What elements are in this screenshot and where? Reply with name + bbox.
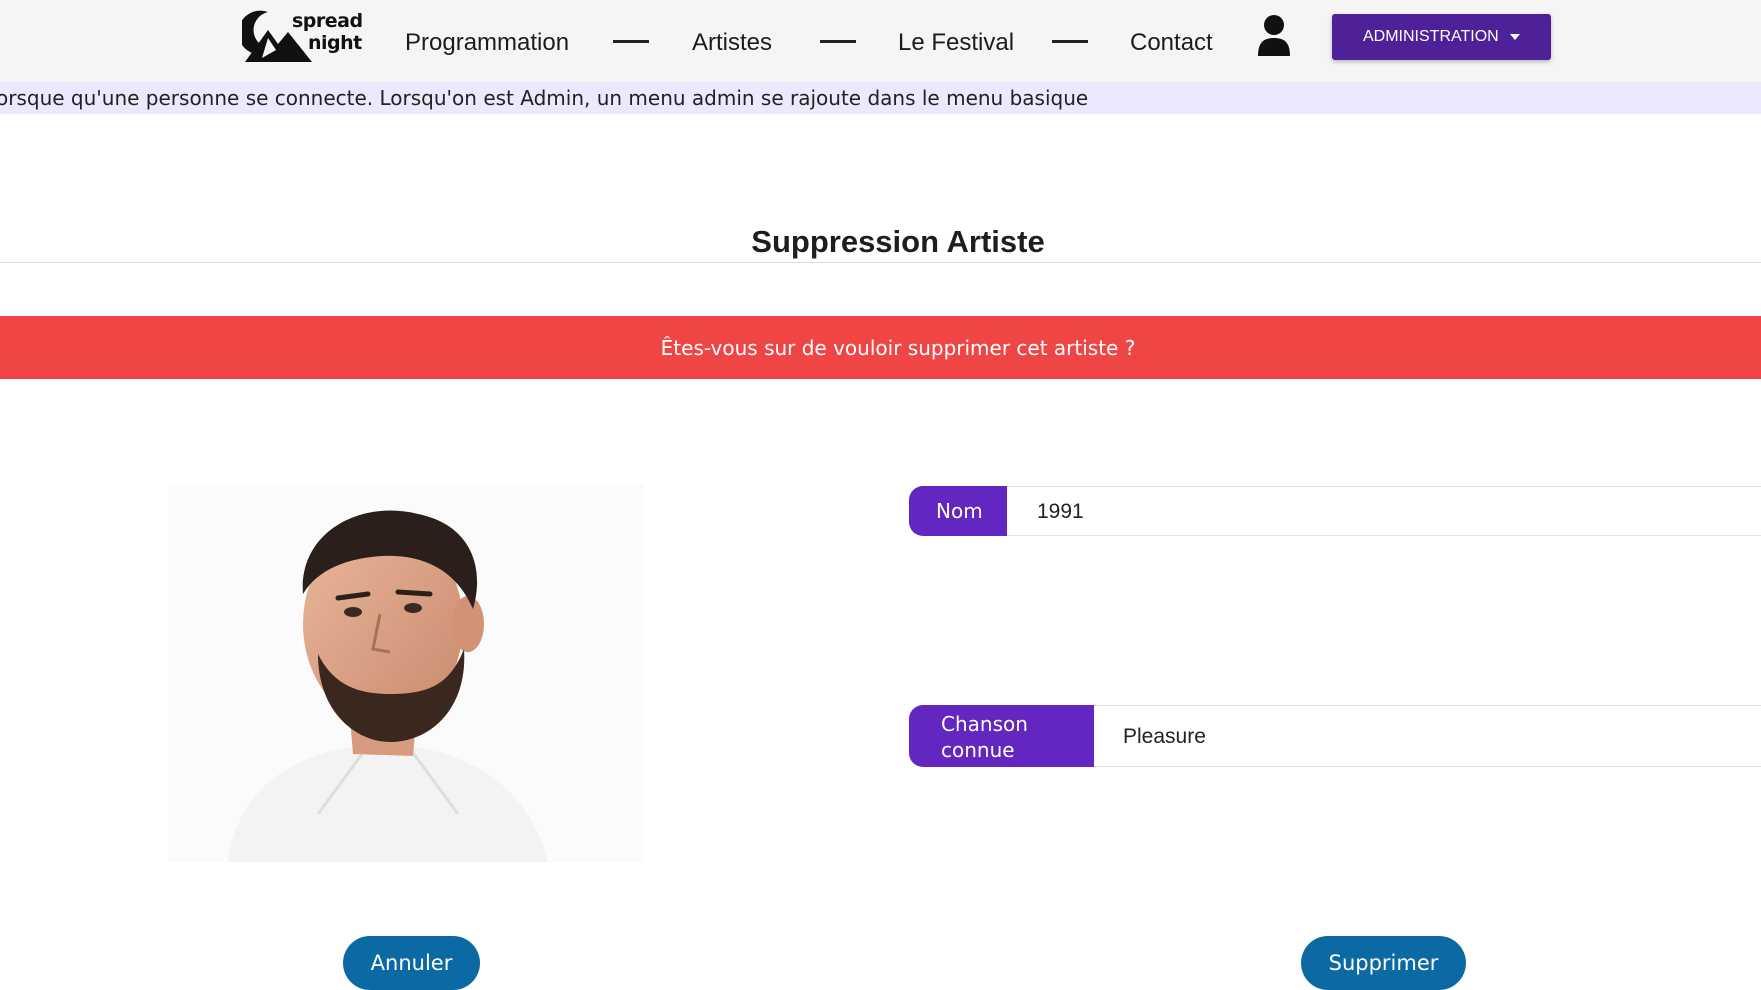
title-divider <box>0 262 1761 263</box>
chanson-connue-label-line1: Chanson <box>941 712 1028 736</box>
spread-night-logo[interactable]: spread night <box>242 8 374 64</box>
delete-button[interactable]: Supprimer <box>1301 936 1466 990</box>
info-banner: orsque qu'une personne se connecte. Lors… <box>0 82 1761 114</box>
caret-down-icon <box>1510 34 1520 40</box>
chanson-connue-label-line2: connue <box>941 738 1015 762</box>
delete-warning-text: Êtes-vous sur de vouloir supprimer cet a… <box>660 336 1136 360</box>
cancel-button[interactable]: Annuler <box>343 936 480 990</box>
user-icon[interactable] <box>1256 14 1292 56</box>
logo-text-spread: spread <box>292 10 363 32</box>
chanson-connue-field[interactable]: Pleasure <box>1094 705 1761 767</box>
administration-dropdown-button[interactable]: ADMINISTRATION <box>1332 14 1551 60</box>
page-title: Suppression Artiste <box>751 224 1045 259</box>
info-banner-text: orsque qu'une personne se connecte. Lors… <box>0 86 1089 110</box>
nom-label: Nom <box>909 486 1007 536</box>
delete-warning-alert: Êtes-vous sur de vouloir supprimer cet a… <box>0 316 1761 379</box>
artist-photo <box>168 484 644 862</box>
top-navbar: spread night Programmation Artistes Le F… <box>0 0 1761 82</box>
nav-artistes[interactable]: Artistes <box>692 28 772 58</box>
nav-programmation[interactable]: Programmation <box>405 28 569 58</box>
nav-separator <box>613 40 649 43</box>
administration-label: ADMINISTRATION <box>1363 28 1499 45</box>
nav-separator <box>1052 40 1088 43</box>
nav-separator <box>820 40 856 43</box>
logo-text-night: night <box>308 32 362 54</box>
chanson-connue-label: Chanson connue <box>909 705 1094 767</box>
nom-field[interactable]: 1991 <box>1007 486 1761 536</box>
nav-le-festival[interactable]: Le Festival <box>898 28 1014 58</box>
nav-contact[interactable]: Contact <box>1130 28 1213 58</box>
